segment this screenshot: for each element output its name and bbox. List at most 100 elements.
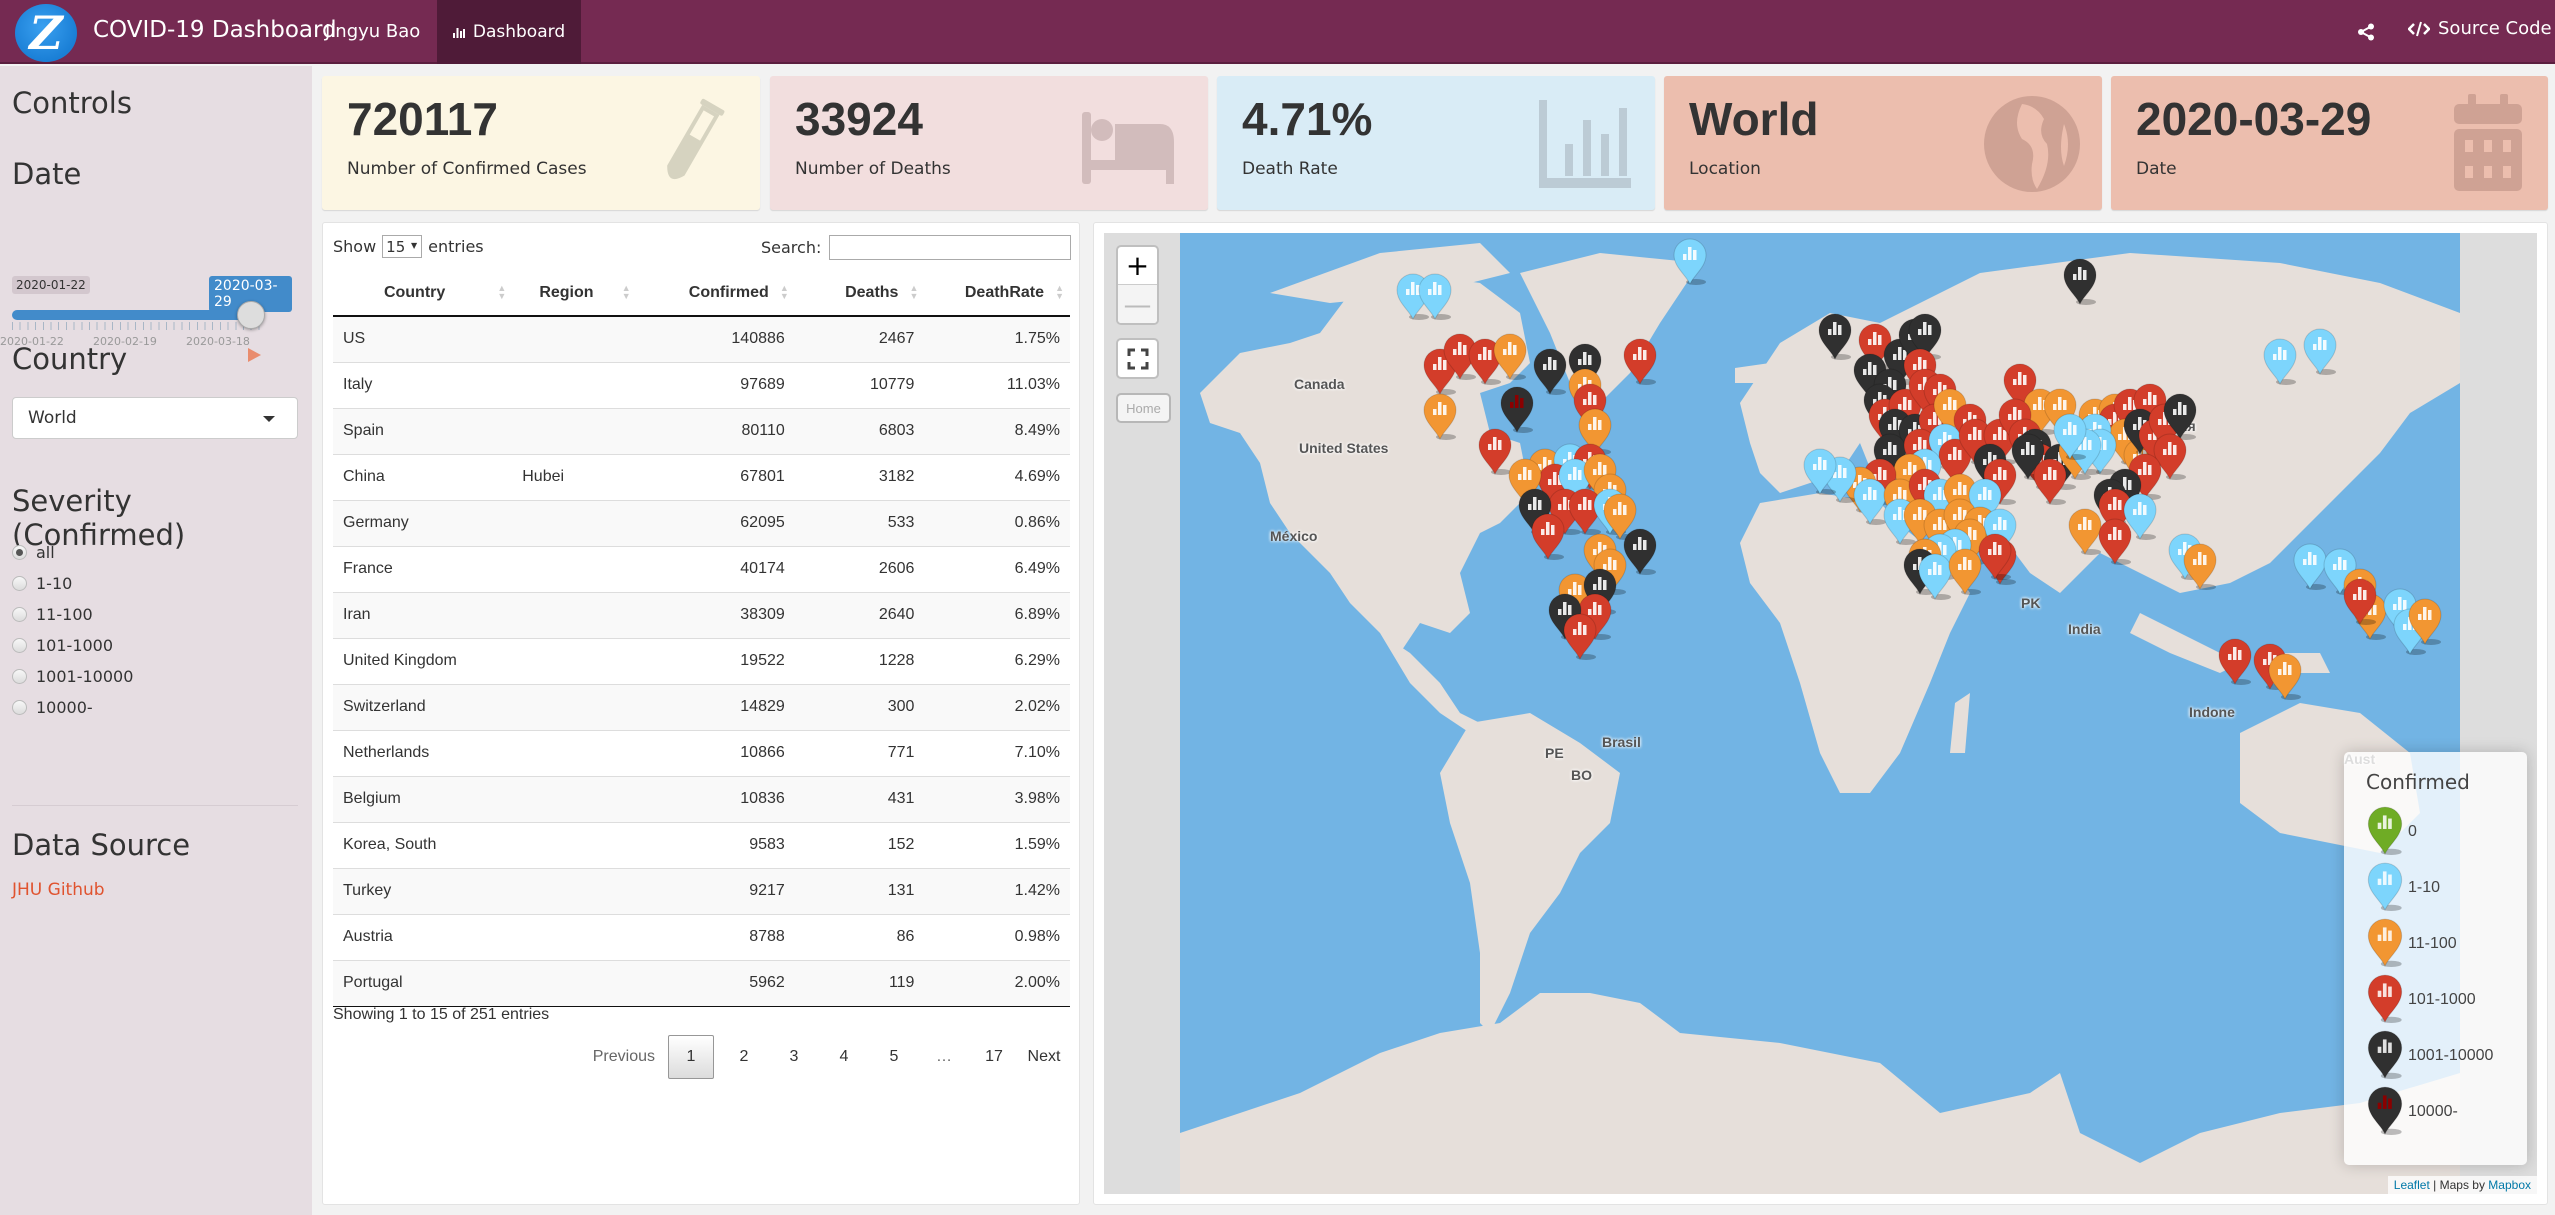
country-select[interactable]: World bbox=[12, 397, 298, 439]
table-row[interactable]: Iran 38309 2640 6.89% bbox=[333, 591, 1070, 638]
source-code-link[interactable]: Source Code bbox=[2408, 18, 2552, 39]
sort-icon: ▲ ▼ bbox=[1055, 283, 1064, 301]
radio-label: 1001-10000 bbox=[36, 667, 134, 686]
slider-track[interactable] bbox=[12, 310, 260, 320]
cell-country: Iran bbox=[333, 591, 513, 638]
cell-region bbox=[512, 683, 637, 730]
cell-confirmed: 67801 bbox=[636, 453, 795, 500]
previous-page-button[interactable]: Previous bbox=[585, 1035, 663, 1079]
map-marker[interactable] bbox=[2342, 577, 2378, 626]
entries-per-page-select[interactable]: 15 bbox=[382, 235, 423, 258]
radio-button[interactable] bbox=[12, 576, 27, 591]
map-marker[interactable] bbox=[1817, 312, 1853, 361]
jhu-github-link[interactable]: JHU Github bbox=[12, 880, 105, 900]
column-header-region[interactable]: Region ▲ ▼ bbox=[512, 270, 637, 317]
slider-handle[interactable] bbox=[237, 301, 265, 329]
radio-button[interactable] bbox=[12, 607, 27, 622]
map-marker[interactable] bbox=[1802, 447, 1838, 496]
mapbox-link[interactable]: Mapbox bbox=[2488, 1178, 2531, 1192]
leaflet-link[interactable]: Leaflet bbox=[2394, 1178, 2430, 1192]
radio-button[interactable] bbox=[12, 545, 27, 560]
map-marker[interactable] bbox=[2407, 597, 2443, 646]
severity-option-all[interactable]: all bbox=[12, 537, 133, 568]
table-row[interactable]: China Hubei 67801 3182 4.69% bbox=[333, 453, 1070, 500]
legend-label: 101-1000 bbox=[2408, 991, 2476, 1008]
map-marker-icon bbox=[2366, 1029, 2404, 1084]
cell-deaths: 86 bbox=[794, 913, 925, 960]
next-page-button[interactable]: Next bbox=[1019, 1035, 1069, 1079]
map-marker[interactable] bbox=[2217, 637, 2253, 686]
world-map[interactable]: Canada United States México Россия PK In… bbox=[1104, 233, 2537, 1194]
severity-option-10000-plus[interactable]: 10000- bbox=[12, 692, 133, 723]
zoom-in-button[interactable]: + bbox=[1118, 247, 1157, 285]
table-row[interactable]: Italy 97689 10779 11.03% bbox=[333, 361, 1070, 408]
severity-option-1001-10000[interactable]: 1001-10000 bbox=[12, 661, 133, 692]
table-row[interactable]: France 40174 2606 6.49% bbox=[333, 545, 1070, 592]
severity-option-11-100[interactable]: 11-100 bbox=[12, 599, 133, 630]
death-rate-value: 4.71% bbox=[1242, 93, 1373, 145]
map-marker[interactable] bbox=[1532, 347, 1568, 396]
cell-region bbox=[512, 499, 637, 546]
map-marker[interactable] bbox=[2302, 327, 2338, 376]
column-header-deathrate[interactable]: DeathRate ▲ ▼ bbox=[924, 270, 1070, 317]
map-marker[interactable] bbox=[1672, 237, 1708, 286]
calendar-icon bbox=[2454, 94, 2522, 191]
map-marker[interactable] bbox=[2267, 652, 2303, 701]
app-logo[interactable]: Z bbox=[15, 4, 77, 62]
table-row[interactable]: Austria 8788 86 0.98% bbox=[333, 913, 1070, 960]
severity-option-101-1000[interactable]: 101-1000 bbox=[12, 630, 133, 661]
country-heading: Country bbox=[12, 342, 128, 376]
zoom-out-button[interactable]: — bbox=[1118, 285, 1157, 323]
radio-button[interactable] bbox=[12, 700, 27, 715]
app-title[interactable]: COVID-19 Dashboard bbox=[93, 17, 337, 43]
map-marker[interactable] bbox=[2052, 412, 2088, 461]
map-marker[interactable] bbox=[1422, 392, 1458, 441]
search-input[interactable] bbox=[829, 235, 1072, 260]
fullscreen-button[interactable] bbox=[1116, 338, 1159, 379]
map-marker[interactable] bbox=[1492, 332, 1528, 381]
radio-button[interactable] bbox=[12, 669, 27, 684]
table-row[interactable]: Switzerland 14829 300 2.02% bbox=[333, 683, 1070, 730]
page-button-2[interactable]: 2 bbox=[719, 1035, 769, 1079]
column-header-country[interactable]: Country ▲ ▼ bbox=[333, 270, 513, 317]
cell-deaths: 771 bbox=[794, 729, 925, 776]
page-button-17[interactable]: 17 bbox=[969, 1035, 1019, 1079]
table-row[interactable]: US 140886 2467 1.75% bbox=[333, 315, 1070, 362]
column-header-confirmed[interactable]: Confirmed ▲ ▼ bbox=[636, 270, 795, 317]
map-marker[interactable] bbox=[1562, 612, 1598, 661]
share-button[interactable] bbox=[2352, 18, 2380, 46]
map-marker[interactable] bbox=[1499, 385, 1535, 434]
table-row[interactable]: Netherlands 10866 771 7.10% bbox=[333, 729, 1070, 776]
home-button[interactable]: Home bbox=[1116, 393, 1171, 423]
page-button-5[interactable]: 5 bbox=[869, 1035, 919, 1079]
map-marker[interactable] bbox=[1417, 272, 1453, 321]
radio-button[interactable] bbox=[12, 638, 27, 653]
play-icon[interactable] bbox=[248, 348, 261, 362]
map-marker[interactable] bbox=[1622, 337, 1658, 386]
page-button-1[interactable]: 1 bbox=[668, 1035, 714, 1079]
nav-tab-dashboard[interactable]: Dashboard bbox=[437, 0, 581, 64]
table-row[interactable]: Portugal 5962 119 2.00% bbox=[333, 959, 1070, 1007]
cell-deaths: 3182 bbox=[794, 453, 925, 500]
map-marker[interactable] bbox=[2262, 337, 2298, 386]
table-row[interactable]: United Kingdom 19522 1228 6.29% bbox=[333, 637, 1070, 684]
table-row[interactable]: Turkey 9217 131 1.42% bbox=[333, 867, 1070, 914]
map-marker[interactable] bbox=[2097, 517, 2133, 566]
table-row[interactable]: Belgium 10836 431 3.98% bbox=[333, 775, 1070, 822]
table-row[interactable]: Korea, South 9583 152 1.59% bbox=[333, 821, 1070, 868]
table-row[interactable]: Germany 62095 533 0.86% bbox=[333, 499, 1070, 546]
map-marker[interactable] bbox=[1977, 532, 2013, 581]
column-label: Country bbox=[383, 283, 446, 301]
column-header-deaths[interactable]: Deaths ▲ ▼ bbox=[794, 270, 925, 317]
severity-option-1-10[interactable]: 1-10 bbox=[12, 568, 133, 599]
map-marker[interactable] bbox=[1530, 512, 1566, 561]
map-marker[interactable] bbox=[2182, 542, 2218, 591]
map-marker[interactable] bbox=[2062, 257, 2098, 306]
cell-deaths: 10779 bbox=[794, 361, 925, 408]
cell-deathrate: 1.42% bbox=[924, 867, 1070, 914]
page-button-4[interactable]: 4 bbox=[819, 1035, 869, 1079]
page-button-3[interactable]: 3 bbox=[769, 1035, 819, 1079]
cell-deathrate: 1.59% bbox=[924, 821, 1070, 868]
cell-country: Spain bbox=[333, 407, 513, 454]
table-row[interactable]: Spain 80110 6803 8.49% bbox=[333, 407, 1070, 454]
